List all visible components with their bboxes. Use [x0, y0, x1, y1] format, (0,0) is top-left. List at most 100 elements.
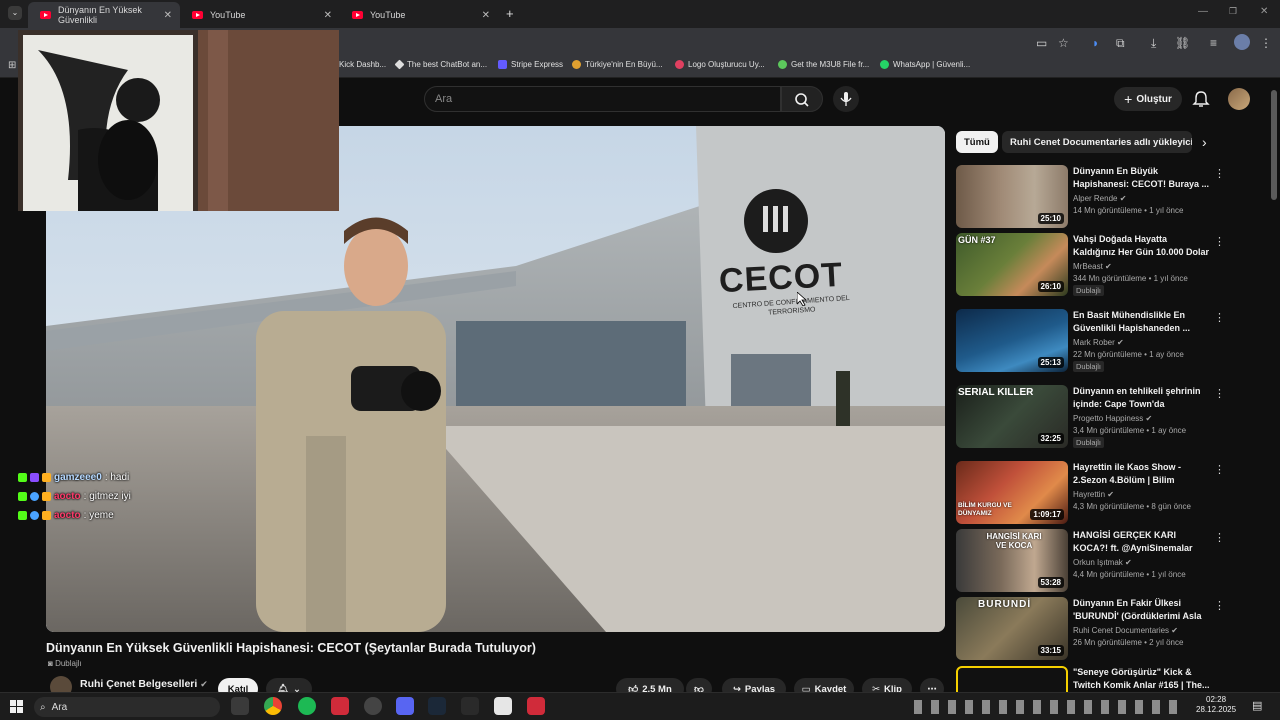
bookmark-turkiye[interactable]: Türkiye'nin En Büyü...	[572, 60, 663, 69]
video-title-link[interactable]: Vahşi Doğada Hayatta Kaldığınız Her Gün …	[1073, 233, 1211, 259]
new-tab-icon[interactable]: +	[506, 6, 514, 21]
list-item[interactable]: HANGİSİ KARI VE KOCA 53:28 HANGİSİ GERÇE…	[956, 529, 1226, 593]
tab-close-icon[interactable]: ✕	[164, 10, 172, 21]
download-icon[interactable]: ⤓	[1151, 36, 1156, 51]
bookmark-chatbot[interactable]: The best ChatBot an...	[394, 59, 487, 70]
channel-name[interactable]: MrBeast ✔	[1073, 262, 1112, 271]
video-title-link[interactable]: Hayrettin ile Kaos Show - 2.Sezon 4.Bölü…	[1073, 461, 1211, 487]
channel-name[interactable]: Ruhi Cenet Documentaries ✔	[1073, 626, 1178, 635]
list-item[interactable]: BURUNDİ 33:15 Dünyanın En Fakir Ülkesi '…	[956, 597, 1226, 661]
avatar[interactable]	[1228, 88, 1250, 110]
puzzle-icon[interactable]: ⧉	[1116, 36, 1125, 51]
video-title-link[interactable]: Dünyanın En Fakir Ülkesi 'BURUNDİ' (Görd…	[1073, 597, 1211, 623]
more-options-icon[interactable]: ⋮	[1214, 167, 1225, 180]
search-button[interactable]	[781, 86, 823, 112]
minimize-icon[interactable]: —	[1198, 6, 1208, 17]
tab-search-icon[interactable]: ⌄	[8, 6, 22, 20]
channel-name[interactable]: Progetto Happiness ✔	[1073, 414, 1152, 423]
notifications-bell-icon[interactable]	[1192, 90, 1210, 108]
list-item[interactable]: GÜN #37 26:10 Vahşi Doğada Hayatta Kaldı…	[956, 233, 1226, 297]
tab-close-icon[interactable]: ✕	[324, 10, 332, 21]
more-options-icon[interactable]: ⋮	[1214, 311, 1225, 324]
epic-games-icon[interactable]	[461, 697, 479, 715]
notification-icon[interactable]: ▤	[1252, 699, 1262, 712]
list-item[interactable]: 25:13 En Basit Mühendislikle En Güvenlik…	[956, 309, 1226, 373]
video-thumbnail[interactable]	[956, 666, 1068, 692]
gift-badge-icon	[42, 492, 51, 501]
browser-tab-bar: ⌄ Dünyanın En Yüksek Güvenlikli ✕ YouTub…	[0, 0, 1280, 28]
bookmark-m3u8[interactable]: Get the M3U8 File fr...	[778, 60, 869, 69]
chip-all[interactable]: Tümü	[956, 131, 998, 153]
bookmark-kick[interactable]: Kick Dashb...	[339, 60, 386, 69]
webcam-overlay	[18, 30, 339, 211]
steam-icon[interactable]	[428, 697, 446, 715]
channel-name[interactable]: Mark Rober ✔	[1073, 338, 1124, 347]
more-options-icon[interactable]: ⋮	[1214, 599, 1225, 612]
more-options-icon[interactable]: ⋮	[1214, 235, 1225, 248]
channel-name[interactable]: Ruhi Çenet Belgeselleri ✔	[80, 678, 208, 690]
chip-from-uploader[interactable]: Ruhi Cenet Documentaries adlı yükleyicid…	[1002, 131, 1192, 153]
video-thumbnail[interactable]: 25:13	[956, 309, 1068, 372]
app-chart-icon[interactable]	[364, 697, 382, 715]
chevron-right-icon[interactable]: ›	[1202, 134, 1207, 150]
app-red-icon[interactable]	[331, 697, 349, 715]
tab-close-icon[interactable]: ✕	[482, 10, 490, 21]
more-options-icon[interactable]: ⋮	[1214, 531, 1225, 544]
app-red-2-icon[interactable]	[527, 697, 545, 715]
apps-grid-icon[interactable]: ⊞	[8, 60, 16, 71]
channel-name[interactable]: Hayrettin ✔	[1073, 490, 1114, 499]
task-view-icon[interactable]	[231, 697, 249, 715]
profile-icon[interactable]	[1234, 34, 1250, 50]
tab-youtube-2[interactable]: YouTube ✕	[340, 4, 498, 26]
video-thumbnail[interactable]: HANGİSİ KARI VE KOCA 53:28	[956, 529, 1068, 592]
bookmark-stripe[interactable]: Stripe Express	[498, 60, 563, 69]
chrome-icon[interactable]	[264, 697, 282, 715]
discord-icon[interactable]	[396, 697, 414, 715]
search-input[interactable]: Ara	[424, 86, 781, 112]
video-thumbnail[interactable]: SERIAL KILLER 32:25	[956, 385, 1068, 448]
dubbed-badge: ◙ Dublajlı	[48, 659, 82, 668]
video-title-link[interactable]: "Seneye Görüşürüz" Kick & Twitch Komik A…	[1073, 666, 1211, 692]
spotify-icon[interactable]	[298, 697, 316, 715]
window-close-icon[interactable]: ✕	[1260, 6, 1268, 17]
create-button[interactable]: + Oluştur	[1114, 87, 1182, 111]
more-options-icon[interactable]: ⋮	[1214, 387, 1225, 400]
extension-icon[interactable]: ◗	[1092, 36, 1099, 50]
dubbed-badge: Dublajlı	[1073, 285, 1105, 296]
list-item[interactable]: BİLİM KURGU VE DÜNYAMIZ 1:09:17 Hayretti…	[956, 461, 1226, 525]
app-s-icon[interactable]	[494, 697, 512, 715]
tab-active[interactable]: Dünyanın En Yüksek Güvenlikli ✕	[28, 2, 180, 28]
reading-list-icon[interactable]: ≡	[1210, 36, 1217, 50]
more-options-icon[interactable]: ⋮	[1214, 463, 1225, 476]
video-title-link[interactable]: Dünyanın en tehlikeli şehrinin içinde: C…	[1073, 385, 1211, 411]
video-title-link[interactable]: En Basit Mühendislikle En Güvenlikli Hap…	[1073, 309, 1211, 335]
video-title-link[interactable]: Dünyanın En Büyük Hapishanesi: CECOT! Bu…	[1073, 165, 1211, 191]
menu-icon[interactable]: ⋮	[1260, 36, 1272, 50]
windows-start-icon[interactable]	[10, 700, 23, 713]
video-thumbnail[interactable]: BİLİM KURGU VE DÜNYAMIZ 1:09:17	[956, 461, 1068, 524]
list-item[interactable]: "Seneye Görüşürüz" Kick & Twitch Komik A…	[956, 666, 1226, 692]
bookmark-whatsapp[interactable]: WhatsApp | Güvenli...	[880, 60, 970, 69]
link-icon[interactable]: ⛓	[1175, 36, 1190, 50]
voice-search-button[interactable]	[833, 86, 859, 112]
list-item[interactable]: 25:10 Dünyanın En Büyük Hapishanesi: CEC…	[956, 165, 1226, 229]
video-thumbnail[interactable]: BURUNDİ 33:15	[956, 597, 1068, 660]
logo-site-icon	[675, 60, 684, 69]
tab-youtube-1[interactable]: YouTube ✕	[180, 4, 340, 26]
channel-name[interactable]: Orkun Işıtmak ✔	[1073, 558, 1132, 567]
cast-icon[interactable]: ▭	[1036, 36, 1047, 50]
scrollbar[interactable]	[1271, 90, 1277, 200]
system-tray-icons[interactable]	[914, 700, 1184, 714]
list-item[interactable]: SERIAL KILLER 32:25 Dünyanın en tehlikel…	[956, 385, 1226, 449]
verified-icon: ✔	[1119, 194, 1127, 203]
verified-icon: ✔	[200, 679, 208, 689]
video-title-link[interactable]: HANGİSİ GERÇEK KARI KOCA?! ft. @AyniSine…	[1073, 529, 1211, 555]
restore-icon[interactable]: ❐	[1229, 6, 1237, 17]
clock[interactable]: 02:28 28.12.2025	[1196, 695, 1236, 715]
channel-name[interactable]: Alper Rende ✔	[1073, 194, 1126, 203]
bookmark-logo[interactable]: Logo Oluşturucu Uy...	[675, 60, 765, 69]
video-thumbnail[interactable]: 25:10	[956, 165, 1068, 228]
bookmark-star-icon[interactable]: ☆	[1058, 36, 1069, 50]
taskbar-search[interactable]: ⌕ Ara	[34, 697, 220, 717]
video-thumbnail[interactable]: GÜN #37 26:10	[956, 233, 1068, 296]
